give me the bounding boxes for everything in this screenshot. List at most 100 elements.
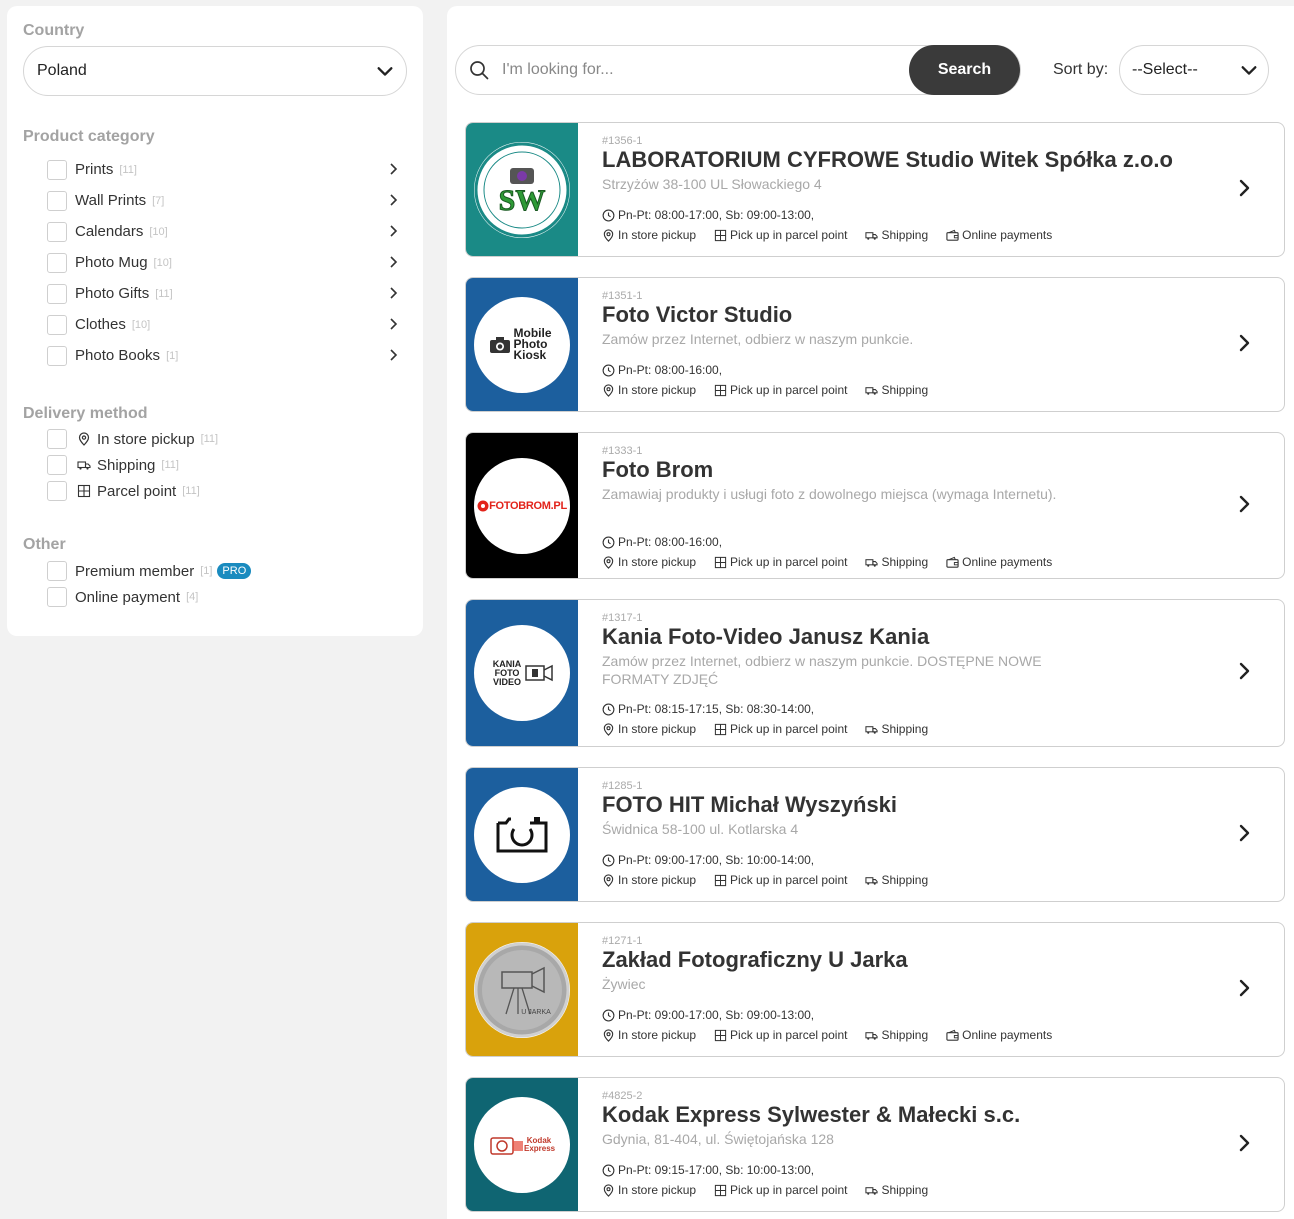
checkbox[interactable]	[47, 455, 67, 475]
parcel-grid-icon	[714, 723, 727, 735]
map-pin-icon	[603, 228, 614, 242]
category-label: Clothes	[75, 316, 126, 333]
store-name[interactable]: Zakład Fotograficzny U Jarka	[602, 947, 1224, 973]
category-item[interactable]: Photo Books [1]	[23, 340, 407, 371]
checkbox[interactable]	[47, 190, 67, 211]
country-select[interactable]: Poland	[23, 46, 407, 96]
delivery-item[interactable]: In store pickup [11]	[23, 426, 407, 452]
chevron-right-icon[interactable]	[1236, 334, 1254, 352]
store-image: FOTOBROM.PL	[466, 433, 578, 578]
store-list-panel: Search Sort by: --Select-- SW #1356-1 LA…	[447, 6, 1294, 1219]
feature-label: Online payments	[962, 228, 1053, 242]
chevron-right-icon[interactable]	[1236, 179, 1254, 197]
chevron-right-icon[interactable]	[1236, 1134, 1254, 1152]
search-input[interactable]	[502, 61, 892, 79]
store-logo: Mobile Photo Kiosk	[489, 326, 556, 362]
aperture-icon	[477, 500, 489, 511]
feature-label: Shipping	[881, 1028, 929, 1042]
truck-icon	[865, 558, 879, 567]
category-count: [10]	[149, 225, 168, 238]
delivery-item[interactable]: Parcel point [11]	[23, 478, 407, 504]
store-description: Strzyżów 38-100 UL Słowackiego 4	[602, 176, 822, 192]
chevron-right-icon[interactable]	[1236, 662, 1254, 680]
store-description: Żywiec	[602, 976, 646, 992]
store-hours: Pn-Pt: 09:00-17:00, Sb: 10:00-14:00,	[602, 853, 814, 867]
store-card[interactable]: U JARKA #1271-1 Zakład Fotograficzny U J…	[465, 922, 1285, 1057]
category-item[interactable]: Wall Prints [7]	[23, 185, 407, 216]
store-image: SW	[466, 123, 578, 256]
feature-pickup: In store pickup	[602, 1183, 696, 1197]
parcel-grid-icon	[714, 384, 727, 396]
other-count: [4]	[186, 591, 199, 603]
checkbox[interactable]	[47, 561, 67, 581]
store-card[interactable]: #1285-1 FOTO HIT Michał Wyszyński Świdni…	[465, 767, 1285, 902]
video-camera-icon	[525, 664, 553, 682]
feature-label: In store pickup	[618, 722, 697, 736]
checkbox[interactable]	[47, 345, 67, 366]
store-card[interactable]: KANIA FOTO VIDEO #1317-1 Kania Foto-Vide…	[465, 599, 1285, 747]
other-item-premium[interactable]: Premium member [1] PRO	[23, 558, 407, 584]
checkbox[interactable]	[47, 252, 67, 273]
chevron-right-icon[interactable]	[1236, 495, 1254, 513]
film-icon	[490, 1136, 523, 1155]
feature-parcel: Pick up in parcel point	[714, 383, 847, 397]
chevron-right-icon[interactable]	[387, 193, 401, 207]
store-image	[466, 768, 578, 901]
store-name[interactable]: LABORATORIUM CYFROWE Studio Witek Spółka…	[602, 147, 1224, 173]
feature-pickup: In store pickup	[602, 383, 696, 397]
chevron-right-icon[interactable]	[387, 162, 401, 176]
chevron-right-icon[interactable]	[387, 348, 401, 362]
checkbox[interactable]	[47, 429, 67, 449]
logo-text: Kodak Express	[524, 1135, 556, 1153]
other-item-online-payment[interactable]: Online payment [4]	[23, 584, 407, 610]
delivery-label: In store pickup	[97, 430, 195, 448]
search-button[interactable]: Search	[909, 45, 1020, 95]
hours-text: Pn-Pt: 09:00-17:00, Sb: 09:00-13:00,	[618, 1008, 815, 1022]
feature-shipping: Shipping	[865, 873, 928, 887]
store-info: #1285-1 FOTO HIT Michał Wyszyński Świdni…	[602, 780, 1224, 838]
checkbox[interactable]	[47, 221, 67, 242]
checkbox[interactable]	[47, 587, 67, 607]
category-item[interactable]: Photo Mug [10]	[23, 247, 407, 278]
checkbox[interactable]	[47, 283, 67, 304]
store-card[interactable]: SW #1356-1 LABORATORIUM CYFROWE Studio W…	[465, 122, 1285, 257]
logo-text: Mobile Photo Kiosk	[513, 326, 552, 362]
logo-circle: KANIA FOTO VIDEO	[474, 625, 570, 721]
feature-shipping: Shipping	[865, 722, 928, 736]
category-item[interactable]: Prints [11]	[23, 154, 407, 185]
store-card[interactable]: Mobile Photo Kiosk #1351-1 Foto Victor S…	[465, 277, 1285, 412]
store-name[interactable]: Foto Brom	[602, 457, 1224, 483]
delivery-item[interactable]: Shipping [11]	[23, 452, 407, 478]
store-id: #1285-1	[602, 780, 643, 792]
feature-label: In store pickup	[618, 1183, 697, 1197]
country-title: Country	[23, 22, 85, 39]
store-name[interactable]: Kania Foto-Video Janusz Kania	[602, 624, 1224, 650]
chevron-right-icon[interactable]	[1236, 979, 1254, 997]
feature-label: In store pickup	[618, 228, 697, 242]
store-card[interactable]: Kodak Express #4825-2 Kodak Express Sylw…	[465, 1077, 1285, 1212]
checkbox[interactable]	[47, 481, 67, 501]
category-item[interactable]: Clothes [10]	[23, 309, 407, 340]
store-card[interactable]: FOTOBROM.PL #1333-1 Foto Brom Zamawiaj p…	[465, 432, 1285, 579]
store-logo: U JARKA	[474, 942, 570, 1037]
feature-pickup: In store pickup	[602, 722, 696, 736]
store-name[interactable]: Foto Victor Studio	[602, 302, 1224, 328]
chevron-right-icon[interactable]	[387, 224, 401, 238]
chevron-right-icon[interactable]	[387, 317, 401, 331]
store-id: #1351-1	[602, 290, 643, 302]
store-name[interactable]: FOTO HIT Michał Wyszyński	[602, 792, 1224, 818]
store-name[interactable]: Kodak Express Sylwester & Małecki s.c.	[602, 1102, 1224, 1128]
chevron-right-icon[interactable]	[1236, 824, 1254, 842]
feature-shipping: Shipping	[865, 383, 928, 397]
sort-select[interactable]: --Select--	[1119, 45, 1269, 95]
hours-text: Pn-Pt: 09:00-17:00, Sb: 10:00-14:00,	[618, 853, 815, 867]
category-item[interactable]: Photo Gifts [11]	[23, 278, 407, 309]
camera-icon	[489, 336, 510, 353]
category-count: [7]	[152, 194, 165, 207]
category-item[interactable]: Calendars [10]	[23, 216, 407, 247]
checkbox[interactable]	[47, 159, 67, 180]
chevron-right-icon[interactable]	[387, 255, 401, 269]
chevron-right-icon[interactable]	[387, 286, 401, 300]
checkbox[interactable]	[47, 314, 67, 335]
store-id: #1333-1	[602, 445, 643, 457]
